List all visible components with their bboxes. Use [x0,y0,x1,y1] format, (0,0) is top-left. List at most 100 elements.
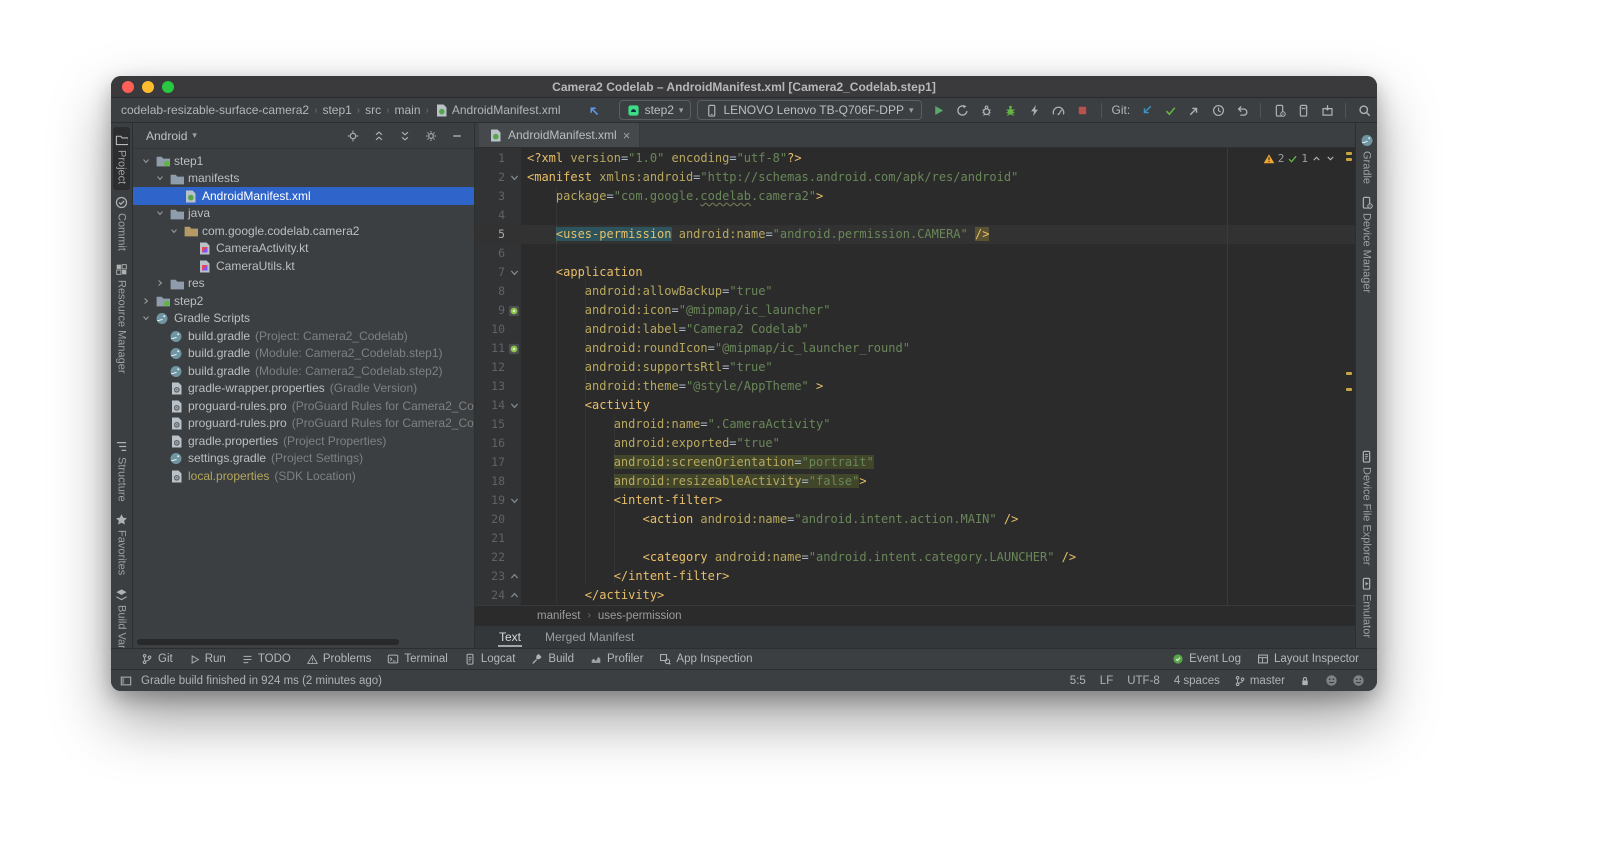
feedback-smiley-2[interactable] [1352,674,1365,687]
tool-window-button-device-manager[interactable]: Device Manager [1358,190,1375,299]
tool-window-button-build[interactable]: Build [523,649,582,669]
device-manager-button[interactable] [1268,100,1290,120]
code-line-1[interactable]: 1 <?xml version="1.0" encoding="utf-8"?> [475,149,1355,168]
tool-window-button-commit[interactable]: Commit [113,190,130,257]
tree-item-step1[interactable]: step1 [133,152,474,170]
code-line-13[interactable]: 13 android:theme="@style/AppTheme" > [475,377,1355,396]
code-line-9[interactable]: 9 android:icon="@mipmap/ic_launcher" [475,301,1355,320]
zoom-window-button[interactable] [162,80,174,93]
stop-button[interactable] [1072,100,1094,120]
tree-item-res[interactable]: res [133,275,474,293]
tool-window-button-layout-inspector[interactable]: Layout Inspector [1249,653,1367,665]
inspections-widget[interactable]: 2 1 [1258,151,1340,166]
code-editor[interactable]: 1 <?xml version="1.0" encoding="utf-8"?> 2… [475,148,1355,605]
git-branch[interactable]: master [1234,675,1285,687]
code-line-22[interactable]: 22 <category android:name="android.inten… [475,548,1355,567]
fold-down-icon[interactable] [507,265,521,280]
profile-button[interactable] [1048,100,1070,120]
project-horizontal-scrollbar[interactable] [137,639,399,645]
chevron-down-icon[interactable] [167,226,181,236]
breadcrumb-item-codelab-resizable-surface-camera2[interactable]: codelab-resizable-surface-camera2 [121,103,309,117]
tool-window-button-resource-manager[interactable]: Resource Manager [113,257,130,380]
readonly-lock[interactable] [1299,675,1311,687]
tree-item-build-gradle[interactable]: build.gradle (Project: Camera2_Codelab) [133,327,474,345]
minimize-window-button[interactable] [142,80,154,93]
chevron-right-icon[interactable] [153,278,167,288]
tool-window-button-event-log[interactable]: Event Log [1164,653,1249,665]
indent-style[interactable]: 4 spaces [1174,675,1220,687]
fold-down-icon[interactable] [507,170,521,185]
locate-icon[interactable] [344,127,362,145]
xml-breadcrumb-manifest[interactable]: manifest [537,610,580,622]
tree-item-com-google-codelab-camera2[interactable]: com.google.codelab.camera2 [133,222,474,240]
chevron-down-icon[interactable] [139,313,153,323]
previous-issue-button[interactable] [1311,153,1322,164]
tool-window-button-problems[interactable]: Problems [299,649,380,669]
attach-debugger-button[interactable] [976,100,998,120]
tool-window-button-app-inspection[interactable]: App Inspection [651,649,760,669]
line-separator[interactable]: LF [1100,675,1113,687]
run-config-select[interactable]: step2 ▾ [618,100,692,120]
code-line-10[interactable]: 10 android:label="Camera2 Codelab" [475,320,1355,339]
code-line-8[interactable]: 8 android:allowBackup="true" [475,282,1355,301]
code-line-6[interactable]: 6 [475,244,1355,263]
error-stripe-warning-mark[interactable] [1346,158,1352,161]
chevron-down-icon[interactable] [153,173,167,183]
file-encoding[interactable]: UTF-8 [1127,675,1160,687]
tool-window-button-todo[interactable]: TODO [234,649,299,669]
tree-item-proguard-rules-pro[interactable]: proguard-rules.pro (ProGuard Rules for Ca… [133,415,474,433]
settings-gear-icon[interactable] [422,127,440,145]
fold-down-icon[interactable] [507,493,521,508]
tree-item-cameraactivity-kt[interactable]: CameraActivity.kt [133,240,474,258]
tool-window-button-device-file-explorer[interactable]: Device File Explorer [1358,444,1375,571]
code-line-19[interactable]: 19 <intent-filter> [475,491,1355,510]
tree-item-gradle-wrapper-properties[interactable]: gradle-wrapper.properties (Gradle Version… [133,380,474,398]
run-button[interactable] [928,100,950,120]
error-stripe-warning-mark[interactable] [1346,152,1352,155]
tool-window-button-git[interactable]: Git [133,649,181,669]
history-button[interactable] [1207,100,1229,120]
avd-manager-button[interactable] [1292,100,1314,120]
code-line-4[interactable]: 4 [475,206,1355,225]
tool-window-button-emulator[interactable]: Emulator [1358,571,1375,644]
image-preview-icon[interactable] [507,303,521,318]
apply-changes-button[interactable] [952,100,974,120]
next-issue-button[interactable] [1325,153,1336,164]
code-line-17[interactable]: 17 android:screenOrientation="portrait" [475,453,1355,472]
expand-all-icon[interactable] [370,127,388,145]
tree-item-step2[interactable]: step2 [133,292,474,310]
tree-item-build-gradle[interactable]: build.gradle (Module: Camera2_Codelab.ste… [133,345,474,363]
breadcrumb-item-src[interactable]: src [365,103,381,117]
code-line-21[interactable]: 21 [475,529,1355,548]
tool-window-button-logcat[interactable]: Logcat [456,649,524,669]
hide-panel-icon[interactable] [448,127,466,145]
tool-window-button-terminal[interactable]: Terminal [379,649,455,669]
editor-mode-tab-merged-manifest[interactable]: Merged Manifest [535,626,644,648]
code-line-11[interactable]: 11 android:roundIcon="@mipmap/ic_launche… [475,339,1355,358]
tree-item-camerautils-kt[interactable]: CameraUtils.kt [133,257,474,275]
editor-tab-androidmanifest[interactable]: AndroidManifest.xml × [479,123,641,147]
git-update-button[interactable] [1135,100,1157,120]
fold-down-icon[interactable] [507,398,521,413]
device-select[interactable]: LENOVO Lenovo TB-Q706F-DPP ▾ [697,100,922,120]
caret-position[interactable]: 5:5 [1070,675,1086,687]
code-line-16[interactable]: 16 android:exported="true" [475,434,1355,453]
code-line-23[interactable]: 23 </intent-filter> [475,567,1355,586]
error-stripe-change-mark[interactable] [1346,388,1352,391]
code-line-5[interactable]: 5 <uses-permission android:name="android… [475,225,1355,244]
tree-item-build-gradle[interactable]: build.gradle (Module: Camera2_Codelab.ste… [133,362,474,380]
tree-item-androidmanifest-xml[interactable]: AndroidManifest.xml [133,187,474,205]
sdk-manager-button[interactable] [1316,100,1338,120]
tree-item-manifests[interactable]: manifests [133,170,474,188]
editor-mode-tab-text[interactable]: Text [489,626,531,648]
tool-window-button-structure[interactable]: Structure [113,434,130,508]
tree-item-gradle-scripts[interactable]: Gradle Scripts [133,310,474,328]
code-line-24[interactable]: 24 </activity> [475,586,1355,605]
git-commit-button[interactable] [1159,100,1181,120]
code-line-20[interactable]: 20 <action android:name="android.intent.… [475,510,1355,529]
close-tab-icon[interactable]: × [623,129,631,142]
tool-window-button-gradle[interactable]: Gradle [1358,127,1376,190]
code-line-15[interactable]: 15 android:name=".CameraActivity" [475,415,1355,434]
code-line-12[interactable]: 12 android:supportsRtl="true" [475,358,1355,377]
code-line-2[interactable]: 2 <manifest xmlns:android="http://schemas… [475,168,1355,187]
